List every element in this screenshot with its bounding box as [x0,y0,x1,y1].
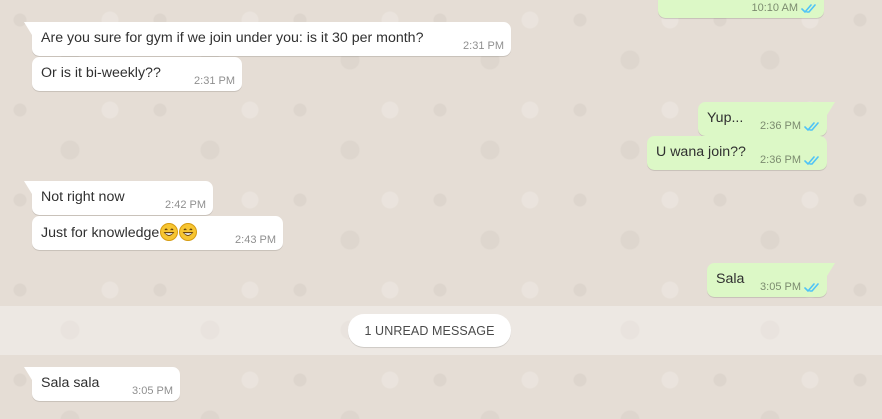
message-text: Or is it bi-weekly?? [41,65,161,81]
message-meta: 2:42 PM [165,200,206,211]
message-text: U wana join?? [656,144,746,160]
message-bubble-incoming[interactable]: Not right now 2:42 PM [24,181,213,215]
message-bubble-outgoing[interactable]: Yup... 2:36 PM [698,102,835,136]
message-meta: 2:31 PM [463,41,504,52]
message-meta: 3:05 PM [760,282,820,293]
message-time: 2:43 PM [235,234,276,246]
double-check-read-icon [804,282,820,293]
double-check-read-icon [804,121,820,132]
message-text: Sala sala [41,375,100,391]
message-text: Sala [716,271,745,287]
message-bubble-outgoing[interactable]: U wana join?? 2:36 PM [647,136,827,170]
message-time: 2:36 PM [760,154,801,166]
message-time: 10:10 AM [751,2,798,14]
message-time: 2:42 PM [165,199,206,211]
message-text: Not right now [41,189,125,205]
message-time: 3:05 PM [132,385,173,397]
message-bubble-incoming[interactable]: Just for knowledge 2:43 PM [32,216,283,250]
message-time: 3:05 PM [760,281,801,293]
message-time: 2:36 PM [760,120,801,132]
message-meta: 2:43 PM [235,235,276,246]
chat-message-list[interactable]: 10:10 AM Are you sure for gym if we join… [0,0,882,419]
message-meta: 2:31 PM [194,76,235,87]
message-meta: 2:36 PM [760,121,820,132]
message-bubble-incoming[interactable]: Or is it bi-weekly?? 2:31 PM [32,57,242,91]
message-text: Just for knowledge [41,225,160,241]
message-time: 2:31 PM [463,40,504,52]
message-meta: 10:10 AM [752,3,817,14]
message-bubble-incoming[interactable]: Sala sala 3:05 PM [24,367,180,401]
message-meta: 3:05 PM [132,386,173,397]
grinning-face-emoji-icon [179,223,198,241]
double-check-read-icon [804,155,820,166]
message-text: Are you sure for gym if we join under yo… [41,30,424,46]
message-text-with-emoji: Just for knowledge [41,223,201,243]
message-text: Yup... [707,110,744,126]
unread-messages-divider: 1 UNREAD MESSAGE [348,314,511,347]
message-bubble-outgoing-partial[interactable]: 10:10 AM [658,0,824,18]
message-bubble-incoming[interactable]: Are you sure for gym if we join under yo… [24,22,511,56]
grinning-face-emoji-icon [160,223,179,241]
message-meta: 2:36 PM [760,155,820,166]
double-check-read-icon [801,3,817,14]
message-time: 2:31 PM [194,75,235,87]
message-bubble-outgoing[interactable]: Sala 3:05 PM [707,263,835,297]
